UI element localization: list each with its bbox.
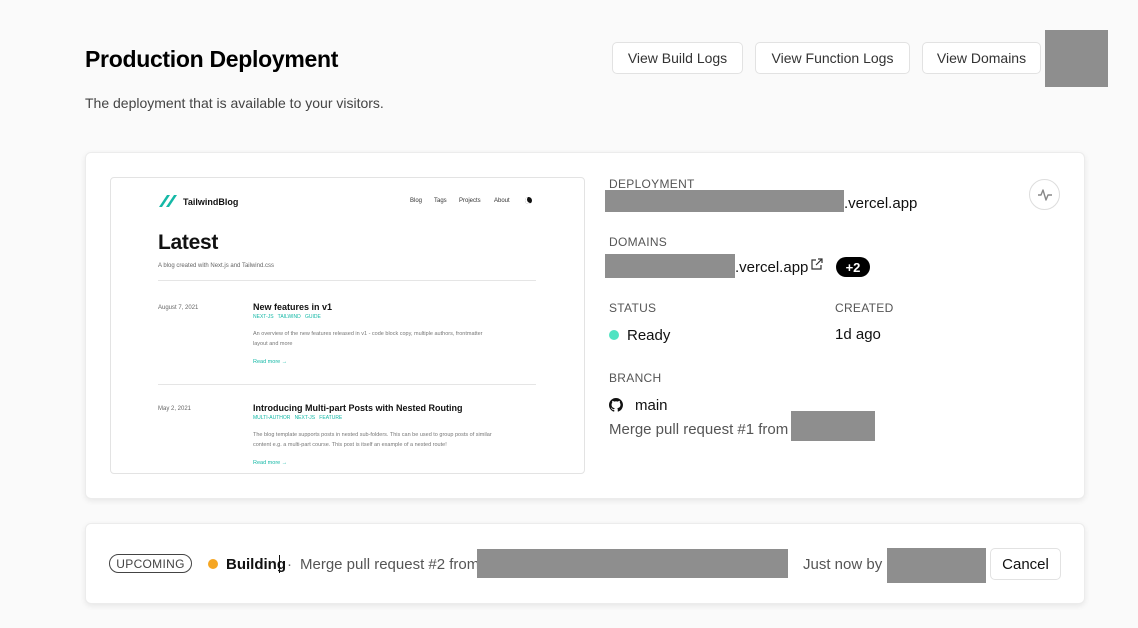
redacted-commit-author[interactable] xyxy=(791,411,875,441)
tailwind-logo-icon xyxy=(159,195,177,207)
domains-label: DOMAINS xyxy=(609,235,668,249)
preview-divider xyxy=(158,280,536,281)
created-value: 1d ago xyxy=(835,326,881,343)
preview-post-excerpt: The blog template supports posts in nest… xyxy=(253,432,492,438)
preview-tagline: A blog created with Next.js and Tailwind… xyxy=(158,263,274,269)
upcoming-time: Just now by xyxy=(803,556,883,573)
text-cursor xyxy=(279,555,280,573)
cancel-button[interactable]: Cancel xyxy=(990,548,1061,580)
view-build-logs-button[interactable]: View Build Logs xyxy=(612,42,743,74)
preview-post-title: New features in v1 xyxy=(253,302,333,312)
deployment-preview-screenshot[interactable]: TailwindBlog Blog Tags Projects About La… xyxy=(110,177,585,474)
page-subtitle: The deployment that is available to your… xyxy=(85,95,384,111)
preview-read-more-link: Read more → xyxy=(253,460,288,466)
redacted-avatar[interactable] xyxy=(1045,30,1108,87)
page-title: Production Deployment xyxy=(85,46,339,72)
preview-post-date: May 2, 2021 xyxy=(158,406,192,412)
domain-url-suffix[interactable]: .vercel.app xyxy=(735,259,808,276)
preview-logo-text: TailwindBlog xyxy=(183,197,239,207)
deployment-url-suffix[interactable]: .vercel.app xyxy=(844,195,917,212)
preview-post-tags: MULTI-AUTHOR NEXT-JS FEATURE xyxy=(253,415,343,421)
status-ready-dot xyxy=(609,330,619,340)
branch-name[interactable]: main xyxy=(635,397,668,414)
extra-domains-badge[interactable]: +2 xyxy=(836,257,870,277)
preview-read-more-link: Read more → xyxy=(253,359,288,365)
created-label: CREATED xyxy=(835,301,894,315)
upcoming-commit-message: Merge pull request #2 from xyxy=(300,556,480,573)
deployment-label: DEPLOYMENT xyxy=(609,177,695,191)
preview-heading: Latest xyxy=(158,231,219,254)
redacted-domain-url[interactable] xyxy=(605,254,735,278)
branch-commit-message: Merge pull request #1 from xyxy=(609,421,793,438)
external-link-icon[interactable] xyxy=(810,258,823,271)
upcoming-state: Building xyxy=(226,556,286,573)
moon-icon xyxy=(525,197,532,204)
view-domains-button[interactable]: View Domains xyxy=(922,42,1041,74)
status-value: Ready xyxy=(627,327,671,344)
preview-post-excerpt: content e.g. a multi-part course. This p… xyxy=(253,442,447,448)
preview-nav-tags: Tags xyxy=(434,198,447,204)
github-icon xyxy=(609,398,623,412)
building-status-dot xyxy=(208,559,218,569)
preview-post-title: Introducing Multi-part Posts with Nested… xyxy=(253,403,463,413)
redacted-deployment-url[interactable] xyxy=(605,190,844,212)
preview-post-tags: NEXT-JS TAILWIND GUIDE xyxy=(253,314,321,320)
view-function-logs-button[interactable]: View Function Logs xyxy=(755,42,910,74)
separator-dot: · xyxy=(287,556,292,573)
preview-nav-projects: Projects xyxy=(459,198,481,204)
branch-label: BRANCH xyxy=(609,371,662,385)
preview-post-excerpt: layout and more xyxy=(253,341,293,347)
preview-post-date: August 7, 2021 xyxy=(158,305,199,311)
preview-post-excerpt: An overview of the new features released… xyxy=(253,331,483,337)
preview-nav-about: About xyxy=(494,198,510,204)
status-label: STATUS xyxy=(609,301,657,315)
redacted-upcoming-user[interactable] xyxy=(887,548,986,583)
redacted-upcoming-author[interactable] xyxy=(477,549,788,578)
upcoming-badge: UPCOMING xyxy=(109,554,192,573)
preview-nav-blog: Blog xyxy=(410,198,423,204)
preview-divider xyxy=(158,384,536,385)
activity-icon[interactable] xyxy=(1029,179,1060,210)
